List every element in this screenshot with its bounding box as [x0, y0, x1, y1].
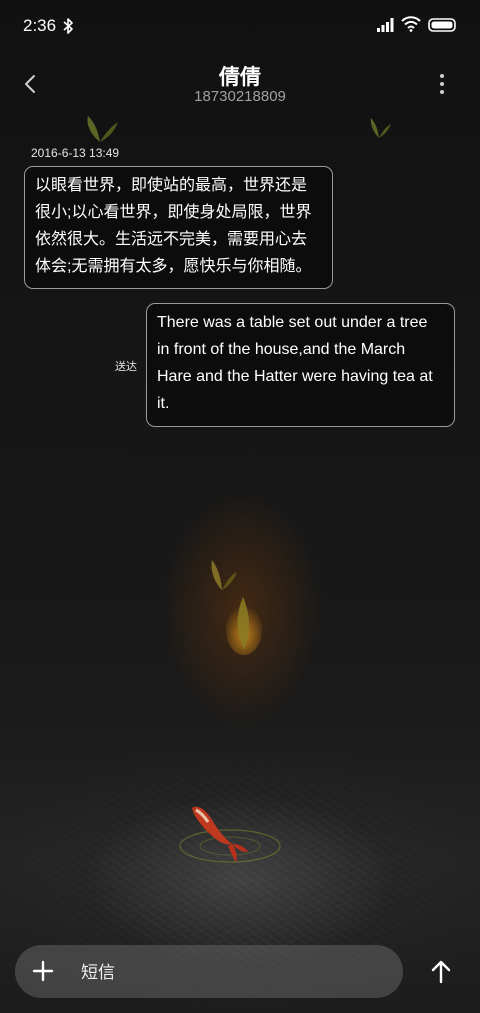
firefly-icon	[370, 118, 391, 138]
compose-bar	[15, 945, 403, 998]
outgoing-message-bubble[interactable]: There was a table set out under a tree i…	[146, 303, 455, 427]
glowing-leaf-icon	[226, 597, 262, 655]
firefly-icon	[87, 116, 118, 142]
message-input[interactable]	[79, 955, 383, 991]
battery-icon	[428, 18, 456, 32]
more-options-button[interactable]	[430, 70, 454, 98]
more-vertical-icon	[440, 74, 444, 94]
conversation-header: 倩倩 18730218809	[0, 56, 480, 112]
incoming-message-bubble[interactable]: 以眼看世界，即使站的最高，世界还是很小;以心看世界，即使身处局限，世界依然很大。…	[24, 166, 333, 289]
arrow-up-icon	[431, 960, 451, 984]
delivery-status: 送达	[115, 361, 137, 373]
koi-fish-icon	[179, 806, 281, 863]
wifi-icon	[401, 16, 421, 32]
contact-name: 倩倩	[219, 66, 261, 89]
plus-icon	[32, 960, 54, 982]
signal-icon	[377, 18, 394, 32]
status-time: 2:36	[23, 16, 57, 35]
bluetooth-icon	[63, 18, 73, 34]
message-timestamp: 2016-6-13 13:49	[31, 146, 120, 160]
send-button[interactable]	[428, 959, 454, 985]
contact-phone-number: 18730218809	[194, 88, 286, 105]
add-attachment-button[interactable]	[31, 959, 55, 983]
status-bar: 2:36	[0, 0, 480, 52]
